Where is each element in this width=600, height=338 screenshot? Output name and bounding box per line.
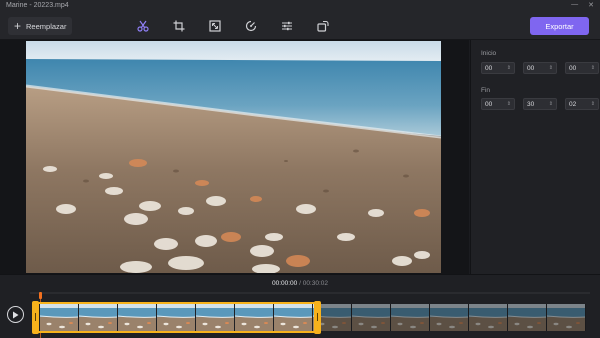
start-time-fields: 00 ⇕ 00 ⇕ 00 ⇕ [481, 62, 599, 74]
scissors-icon[interactable] [134, 18, 152, 34]
total-time: 00:30:02 [302, 280, 329, 287]
start-minutes-field[interactable]: 00 ⇕ [523, 62, 557, 74]
rotate-icon[interactable] [314, 18, 332, 34]
play-button[interactable] [7, 306, 24, 323]
minimize-button[interactable]: — [571, 1, 578, 9]
adjust-icon[interactable] [278, 18, 296, 34]
replace-button[interactable]: + Reemplazar [8, 17, 73, 35]
window-controls: — ✕ [571, 1, 594, 9]
end-label: Fin [481, 87, 491, 94]
unselected-region [318, 304, 586, 331]
speed-icon[interactable] [242, 18, 260, 34]
end-seconds-field[interactable]: 02 ⇕ [565, 98, 599, 110]
close-button[interactable]: ✕ [588, 1, 594, 9]
trim-panel: Inicio 00 ⇕ 00 ⇕ 00 ⇕ Fin 00 ⇕ 30 ⇕ 02 ⇕ [470, 40, 600, 274]
trim-selection[interactable] [34, 302, 321, 333]
start-hours-field[interactable]: 00 ⇕ [481, 62, 515, 74]
video-preview[interactable] [26, 41, 441, 273]
trim-end-handle[interactable] [314, 301, 321, 334]
start-label: Inicio [481, 50, 497, 57]
trim-start-handle[interactable] [32, 301, 39, 334]
window-title: Marine - 20223.mp4 [6, 2, 69, 9]
replace-label: Reemplazar [26, 21, 67, 31]
end-time-fields: 00 ⇕ 30 ⇕ 02 ⇕ [481, 98, 599, 110]
timeline: 00:00:00 / 00:30:02 [0, 274, 600, 338]
current-time: 00:00:00 [271, 280, 298, 287]
preview-area [0, 40, 469, 274]
spinner-icon[interactable]: ⇕ [591, 65, 595, 71]
resize-icon[interactable] [206, 18, 224, 34]
end-minutes-field[interactable]: 30 ⇕ [523, 98, 557, 110]
start-seconds-field[interactable]: 00 ⇕ [565, 62, 599, 74]
play-icon [13, 311, 19, 318]
edit-tools [134, 18, 332, 34]
spinner-icon[interactable]: ⇕ [507, 65, 511, 71]
timeline-ruler[interactable] [30, 292, 590, 294]
export-button[interactable]: Exportar [530, 17, 589, 35]
timecode: 00:00:00 / 00:30:02 [0, 280, 600, 287]
end-hours-field[interactable]: 00 ⇕ [481, 98, 515, 110]
playhead-handle[interactable] [39, 292, 42, 299]
toolbar: + Reemplazar Exportar [0, 12, 600, 40]
crop-icon[interactable] [170, 18, 188, 34]
spinner-icon[interactable]: ⇕ [549, 101, 553, 107]
spinner-icon[interactable]: ⇕ [507, 101, 511, 107]
spinner-icon[interactable]: ⇕ [591, 101, 595, 107]
title-bar: Marine - 20223.mp4 — ✕ [0, 0, 600, 12]
spinner-icon[interactable]: ⇕ [549, 65, 553, 71]
plus-icon: + [14, 19, 22, 33]
